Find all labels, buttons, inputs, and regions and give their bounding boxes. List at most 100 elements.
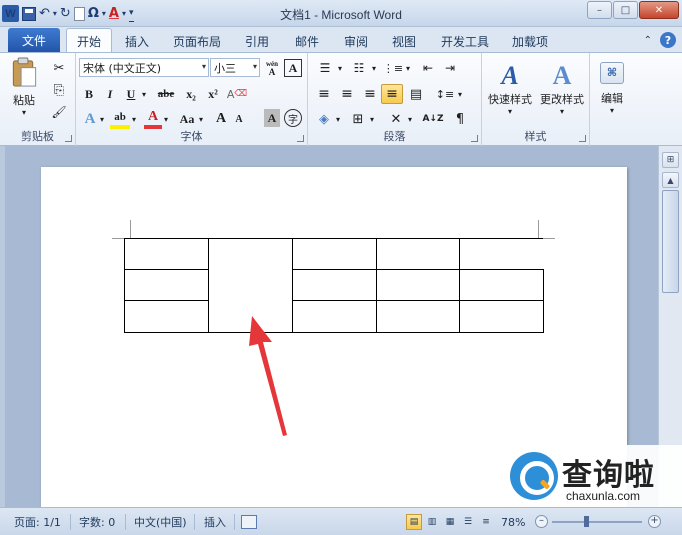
tab-review[interactable]: 审阅 (335, 31, 377, 52)
customize-qat-button[interactable]: ▾ (128, 5, 134, 22)
tab-view[interactable]: 视图 (383, 31, 425, 52)
clipboard-launcher-icon[interactable] (65, 135, 72, 142)
table-cell[interactable] (459, 300, 544, 333)
web-layout-button[interactable]: ▦ (442, 514, 458, 530)
table-cell[interactable] (292, 269, 377, 301)
new-document-button[interactable] (73, 5, 85, 22)
underline-dropdown-icon[interactable]: ▾ (139, 85, 149, 103)
line-spacing-dropdown-icon[interactable]: ▾ (456, 84, 464, 104)
symbol-dropdown-icon[interactable]: ▾ (102, 5, 106, 22)
zoom-slider[interactable] (552, 521, 642, 523)
word-count[interactable]: 字数: 0 (79, 515, 115, 529)
save-button[interactable] (22, 5, 36, 22)
multilevel-list-button[interactable]: ⋮≡ (382, 59, 404, 77)
styles-launcher-icon[interactable] (579, 135, 586, 142)
table-cell[interactable] (376, 238, 460, 270)
paste-button[interactable]: 粘贴 ▾ (6, 57, 42, 117)
numbering-dropdown-icon[interactable]: ▾ (370, 59, 378, 77)
full-screen-reading-button[interactable]: ▥ (424, 514, 440, 530)
quick-styles-button[interactable]: A 快速样式 ▾ (484, 57, 536, 119)
show-marks-button[interactable]: ¶ (450, 109, 470, 129)
table-cell[interactable] (459, 269, 544, 301)
line-spacing-button[interactable]: ↕≡ (434, 84, 456, 104)
bold-button[interactable]: B (81, 85, 97, 103)
multilevel-dropdown-icon[interactable]: ▾ (404, 59, 412, 77)
justify-button[interactable]: ≡ (381, 84, 403, 104)
table-cell[interactable] (124, 269, 209, 301)
scroll-up-button[interactable]: ▲ (662, 172, 679, 188)
ruler-toggle-icon[interactable]: ⊞ (662, 152, 679, 168)
subscript-button[interactable]: x₂ (182, 85, 200, 103)
table-cell[interactable] (459, 238, 543, 270)
redo-button[interactable]: ↻ (60, 5, 71, 22)
borders-dropdown-icon[interactable]: ▾ (368, 109, 376, 129)
sort-button[interactable]: A↓Z (422, 109, 444, 129)
numbering-button[interactable]: ☷ (348, 59, 370, 77)
character-border-button[interactable]: A (284, 59, 302, 77)
paragraph-launcher-icon[interactable] (471, 135, 478, 142)
decrease-indent-button[interactable]: ⇤ (418, 59, 438, 77)
macro-record-icon[interactable] (241, 515, 257, 529)
copy-button[interactable]: ⎘ (50, 81, 68, 99)
font-color-qat-button[interactable]: A (109, 5, 119, 22)
highlight-dropdown-icon[interactable]: ▾ (130, 109, 138, 129)
tab-add-ins[interactable]: 加载项 (503, 31, 557, 52)
close-button[interactable]: ✕ (639, 1, 679, 19)
center-button[interactable]: ≡ (337, 84, 357, 104)
print-layout-view-button[interactable]: ▤ (406, 514, 422, 530)
shading-button[interactable]: ◈ (314, 109, 334, 129)
grow-font-button[interactable]: A (214, 109, 228, 129)
strikethrough-button[interactable]: abe (154, 85, 178, 103)
change-case-button[interactable]: Aa (176, 109, 198, 129)
change-styles-button[interactable]: A 更改样式 ▾ (536, 57, 588, 119)
outline-view-button[interactable]: ☰ (460, 514, 476, 530)
distributed-button[interactable]: ▤ (406, 84, 426, 104)
bullets-button[interactable]: ☰ (314, 59, 336, 77)
symbol-button[interactable]: Ω (88, 5, 99, 22)
font-color-qat-dropdown-icon[interactable]: ▾ (122, 5, 126, 22)
font-name-select[interactable]: 宋体 (中文正文) ▾ (79, 58, 209, 77)
bullets-dropdown-icon[interactable]: ▾ (336, 59, 344, 77)
page-count[interactable]: 页面: 1/1 (14, 515, 61, 529)
undo-dropdown-icon[interactable]: ▾ (53, 5, 57, 22)
table-cell[interactable] (376, 300, 460, 333)
chinese-layout-button[interactable]: ✕ (386, 109, 406, 129)
font-size-select[interactable]: 小三 ▾ (210, 58, 260, 77)
table-cell[interactable] (292, 238, 377, 270)
phonetic-guide-button[interactable]: wén A (264, 59, 280, 77)
maximize-button[interactable]: □ (613, 1, 638, 19)
table-cell[interactable] (292, 300, 377, 333)
font-color-button[interactable]: A (144, 109, 162, 129)
change-case-dropdown-icon[interactable]: ▾ (197, 109, 205, 129)
chinese-layout-dropdown-icon[interactable]: ▾ (406, 109, 414, 129)
tab-home[interactable]: 开始 (66, 28, 112, 53)
tab-mailings[interactable]: 邮件 (286, 31, 328, 52)
help-icon[interactable]: ? (660, 32, 676, 48)
underline-button[interactable]: U (123, 85, 139, 103)
insert-mode[interactable]: 插入 (204, 515, 226, 529)
text-effects-dropdown-icon[interactable]: ▾ (98, 109, 106, 129)
minimize-button[interactable]: – (587, 1, 612, 19)
superscript-button[interactable]: x² (204, 85, 222, 103)
scroll-thumb[interactable] (662, 190, 679, 293)
highlight-button[interactable]: ab (110, 109, 130, 129)
cut-button[interactable]: ✂ (50, 59, 68, 77)
table-cell-merged[interactable] (208, 238, 293, 333)
increase-indent-button[interactable]: ⇥ (440, 59, 460, 77)
italic-button[interactable]: I (102, 85, 118, 103)
tab-insert[interactable]: 插入 (115, 31, 159, 52)
character-shading-button[interactable]: A (264, 109, 280, 127)
editing-button[interactable]: ⌘ 编辑 ▾ (594, 57, 630, 119)
minimize-ribbon-icon[interactable]: ⌃ (644, 35, 652, 46)
word-app-icon[interactable]: W (2, 5, 19, 22)
tab-developer[interactable]: 开发工具 (432, 31, 498, 52)
zoom-level[interactable]: 78% (501, 515, 525, 529)
font-color-dropdown-icon[interactable]: ▾ (162, 109, 170, 129)
zoom-out-button[interactable]: – (535, 515, 548, 528)
align-left-button[interactable]: ≡ (314, 84, 334, 104)
shading-dropdown-icon[interactable]: ▾ (334, 109, 342, 129)
zoom-in-button[interactable]: + (648, 515, 661, 528)
tab-file[interactable]: 文件 (8, 28, 60, 52)
font-launcher-icon[interactable] (297, 135, 304, 142)
table-cell[interactable] (376, 269, 460, 301)
